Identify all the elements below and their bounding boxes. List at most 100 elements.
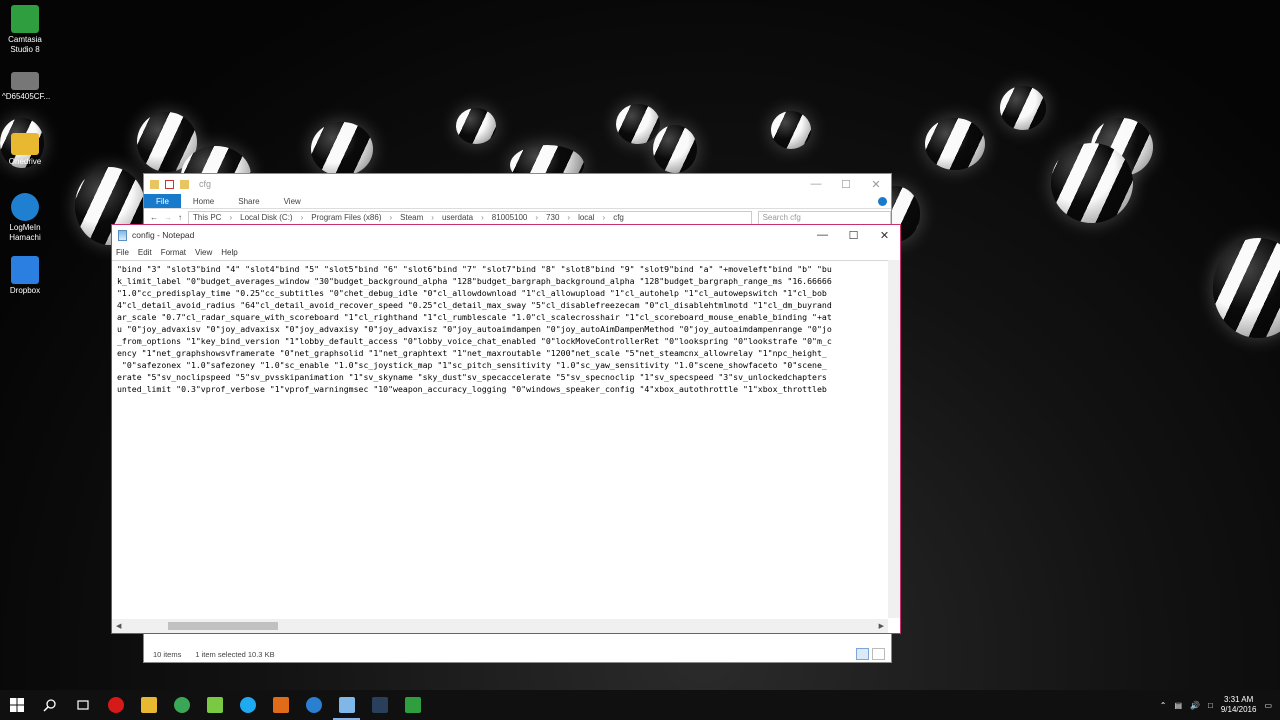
tab-view[interactable]: View <box>272 197 313 206</box>
close-button[interactable]: ✕ <box>861 174 891 194</box>
taskbar-app-notepad[interactable] <box>330 690 363 720</box>
text-line: "bind "3" "slot3"bind "4" "slot4"bind "5… <box>117 264 832 274</box>
taskbar-app-opera[interactable] <box>99 690 132 720</box>
tab-home[interactable]: Home <box>181 197 226 206</box>
opera-icon <box>107 697 124 713</box>
menu-format[interactable]: Format <box>161 248 186 257</box>
wallpaper-ball <box>771 111 811 149</box>
help-icon[interactable] <box>878 196 887 206</box>
notepad-window[interactable]: config - Notepad — ☐ ✕ File Edit Format … <box>111 224 901 634</box>
java-icon <box>272 697 289 713</box>
action-center-icon[interactable]: ▭ <box>1264 701 1272 710</box>
wallpaper-ball <box>1213 238 1280 338</box>
desktop-icon-label: LogMeIn Hamachi <box>9 223 41 242</box>
chevron-up-icon[interactable]: ⌃ <box>1160 701 1167 710</box>
task-view-button[interactable] <box>66 690 99 720</box>
breadcrumb-segment[interactable]: local <box>578 213 594 222</box>
taskbar-app-photos[interactable] <box>198 690 231 720</box>
scroll-right-icon[interactable]: ▶ <box>879 622 884 630</box>
address-bar[interactable]: This PC › Local Disk (C:) › Program Files (x… <box>188 210 752 225</box>
minimize-button[interactable]: — <box>807 225 838 245</box>
wallpaper-ball <box>311 122 373 176</box>
menu-help[interactable]: Help <box>221 248 237 257</box>
up-arrow-icon[interactable]: ↑ <box>178 213 182 222</box>
tab-share[interactable]: Share <box>226 197 271 206</box>
scroll-thumb[interactable] <box>168 622 278 630</box>
status-selection: 1 item selected 10.3 KB <box>195 649 275 659</box>
notepad-titlebar[interactable]: config - Notepad — ☐ ✕ <box>112 225 900 245</box>
desktop-icon-label: ^D65405CF... <box>2 92 51 101</box>
text-line: 4"cl_detail_avoid_radius "64"cl_detail_a… <box>117 300 832 310</box>
desktop-icon-dropbox[interactable]: Dropbox <box>2 256 48 296</box>
horizontal-scrollbar[interactable]: ◀ ▶ <box>112 619 888 633</box>
text-line: _from_options "1"key_bind_version "1"lob… <box>117 336 832 346</box>
taskbar-app-camtasia[interactable] <box>396 690 429 720</box>
text-line: k_limit_label "0"budget_averages_window … <box>117 276 832 286</box>
tab-file[interactable]: File <box>144 194 181 208</box>
wallpaper-ball <box>1051 143 1133 223</box>
taskbar-app-chrome[interactable] <box>165 690 198 720</box>
vertical-scrollbar[interactable] <box>888 260 900 618</box>
chevron-right-icon: › <box>481 213 484 222</box>
desktop-icon-label: Onedrive <box>8 157 42 166</box>
clock-time: 3:31 AM <box>1223 695 1254 704</box>
details-view-icon[interactable] <box>856 648 869 660</box>
maximize-button[interactable]: ☐ <box>838 225 869 245</box>
dropbox-icon <box>11 256 39 284</box>
text-editor[interactable]: "bind "3" "slot3"bind "4" "slot4"bind "5… <box>112 260 888 621</box>
large-icons-view-icon[interactable] <box>872 648 885 660</box>
close-button[interactable]: ✕ <box>869 225 900 245</box>
chevron-right-icon: › <box>535 213 539 222</box>
taskbar-app-file-explorer[interactable] <box>132 690 165 720</box>
start-button[interactable] <box>0 690 33 720</box>
text-line: ency "1"net_graphshowsvframerate "0"net_… <box>117 348 827 358</box>
clock-date: 9/14/2016 <box>1220 705 1257 714</box>
taskbar-app-skype[interactable] <box>231 690 264 720</box>
status-item-count: 10 items <box>153 649 182 659</box>
explorer-title: cfg <box>199 179 212 189</box>
desktop-icon-onedrive[interactable]: Onedrive <box>2 133 48 167</box>
minimize-button[interactable]: — <box>801 174 831 194</box>
breadcrumb-segment[interactable]: Local Disk (C:) <box>240 213 292 222</box>
maximize-button[interactable]: ☐ <box>831 174 861 194</box>
breadcrumb-segment[interactable]: cfg <box>613 213 624 222</box>
breadcrumb-segment[interactable]: userdata <box>442 213 473 222</box>
menu-view[interactable]: View <box>195 248 212 257</box>
taskbar-app-hamachi[interactable] <box>297 690 330 720</box>
notepad-title: config - Notepad <box>132 230 195 240</box>
forward-arrow-icon[interactable]: → <box>164 213 172 222</box>
breadcrumb-segment[interactable]: This PC <box>193 213 221 222</box>
wallpaper-ball <box>456 108 496 144</box>
text-line: ar_scale "0.7"cl_radar_square_with_score… <box>117 312 832 322</box>
menu-bar: File Edit Format View Help <box>112 245 900 259</box>
network-icon[interactable]: ▤ <box>1174 701 1182 710</box>
search-icon <box>42 699 56 712</box>
camtasia-icon <box>11 5 39 33</box>
folder-icon <box>11 133 39 155</box>
volume-icon[interactable]: 🔊 <box>1190 701 1200 710</box>
breadcrumb-segment[interactable]: 730 <box>546 213 559 222</box>
clock[interactable]: 3:31 AM 9/14/2016 <box>1221 695 1257 715</box>
hamachi-icon <box>305 697 322 713</box>
chevron-right-icon: › <box>300 213 304 222</box>
desktop-icon-camtasia[interactable]: Camtasia Studio 8 <box>2 5 48 55</box>
breadcrumb-segment[interactable]: Program Files (x86) <box>311 213 381 222</box>
desktop-icon-drive[interactable]: ^D65405CF... <box>2 72 51 102</box>
folder-icon <box>150 179 159 189</box>
properties-icon[interactable] <box>165 179 174 189</box>
taskbar-app-java[interactable] <box>264 690 297 720</box>
language-icon[interactable]: □ <box>1208 701 1213 710</box>
menu-edit[interactable]: Edit <box>138 248 152 257</box>
menu-file[interactable]: File <box>116 248 129 257</box>
breadcrumb-segment[interactable]: 81005100 <box>492 213 528 222</box>
back-arrow-icon[interactable]: ← <box>150 213 158 222</box>
taskbar-app-steam[interactable] <box>363 690 396 720</box>
explorer-titlebar[interactable]: cfg — ☐ ✕ <box>144 174 891 194</box>
desktop-icon-label: Dropbox <box>9 286 41 295</box>
new-folder-icon[interactable] <box>180 179 189 189</box>
search-button[interactable] <box>33 690 66 720</box>
breadcrumb-segment[interactable]: Steam <box>400 213 423 222</box>
search-input[interactable]: Search cfg <box>757 210 891 225</box>
scroll-left-icon[interactable]: ◀ <box>116 622 121 630</box>
desktop-icon-hamachi[interactable]: LogMeIn Hamachi <box>2 193 48 243</box>
